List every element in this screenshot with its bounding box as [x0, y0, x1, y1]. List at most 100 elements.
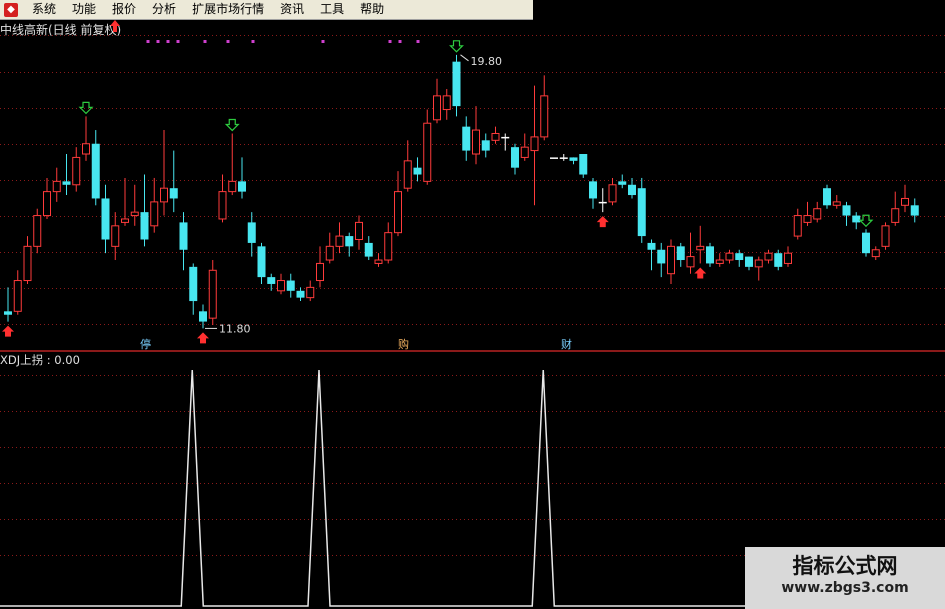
candle-body: [199, 311, 207, 322]
candle-body: [842, 205, 851, 216]
candle-body: [520, 146, 529, 158]
high-pointer: [460, 54, 469, 62]
candle-body: [179, 222, 188, 250]
red-up-arrow-icon: [694, 267, 707, 279]
green-down-arrow-icon: [449, 40, 464, 53]
candle-body: [540, 95, 549, 138]
signal-dot: [321, 40, 325, 43]
candle-body: [686, 256, 695, 268]
candle-body: [4, 311, 12, 315]
candle-body: [862, 232, 870, 254]
candle-body: [628, 184, 636, 196]
watermark-url: www.zbgs3.com: [781, 580, 909, 596]
candle-body: [72, 156, 81, 186]
candle-body: [325, 245, 334, 261]
red-up-arrow-icon: [110, 20, 120, 32]
menu-item-function[interactable]: 功能: [64, 0, 104, 19]
menu-item-analysis[interactable]: 分析: [144, 0, 184, 19]
candle-body: [823, 188, 831, 206]
menu-item-tools[interactable]: 工具: [312, 0, 352, 19]
candle-body: [647, 242, 656, 250]
menu-item-help[interactable]: 帮助: [352, 0, 392, 19]
candle-body: [901, 197, 909, 206]
oscillator-label: XDJ上拐 : 0.00: [0, 353, 80, 367]
candle-body: [316, 262, 324, 282]
candle-body: [62, 181, 71, 185]
bottom-marker: 财: [561, 337, 572, 351]
app-logo-icon[interactable]: ◆: [4, 2, 18, 17]
candle-body: [871, 249, 880, 258]
candle-body: [208, 269, 217, 319]
candle-body: [169, 188, 178, 199]
candle-body: [745, 256, 753, 267]
candle-body: [140, 212, 149, 240]
candle-body: [530, 136, 539, 152]
red-up-arrow-icon: [2, 325, 14, 337]
candle-body: [374, 259, 383, 264]
candle-body: [247, 222, 256, 243]
candle-body: [715, 259, 724, 264]
candle-body: [852, 215, 861, 223]
candle-body: [442, 95, 451, 111]
signal-dot: [156, 40, 160, 43]
candle-body: [832, 201, 841, 206]
candle-body: [813, 208, 822, 220]
candle-body: [637, 188, 646, 237]
candle-body: [218, 191, 227, 220]
candle-body: [82, 143, 90, 155]
candle-body: [696, 245, 705, 251]
candle-body: [43, 191, 51, 217]
candle-body: [335, 235, 344, 247]
candle-body: [257, 246, 266, 278]
red-up-arrow-icon: [596, 216, 609, 228]
candle-body: [501, 136, 510, 139]
low-price-label: 11.80: [219, 322, 251, 335]
candle-body: [91, 143, 100, 199]
menu-item-quote[interactable]: 报价: [104, 0, 144, 19]
green-down-arrow-icon: [78, 101, 94, 115]
candle-body: [589, 181, 597, 199]
chart-title: 中线高新(日线 前复权): [0, 23, 122, 37]
signal-dot: [416, 40, 420, 43]
candle-body: [764, 252, 773, 261]
candle-body: [345, 236, 354, 247]
red-up-arrow-icon: [197, 332, 209, 344]
candle-body: [433, 95, 441, 121]
candle-body: [462, 126, 471, 151]
candle-body: [296, 290, 305, 298]
menu-item-system[interactable]: 系统: [24, 0, 64, 19]
candle-body: [803, 215, 812, 223]
candle-body: [277, 280, 285, 292]
candle-body: [657, 249, 666, 264]
signal-dot: [176, 40, 180, 43]
signal-dot: [146, 40, 150, 43]
candle-body: [725, 252, 734, 261]
candle-body: [403, 160, 412, 189]
bottom-marker: 购: [398, 337, 409, 351]
green-down-arrow-icon: [858, 214, 874, 228]
candle-body: [413, 167, 422, 175]
candle-body: [423, 122, 432, 182]
candle-body: [394, 191, 402, 234]
candle-body: [23, 245, 32, 282]
high-price-label: 19.80: [471, 55, 503, 68]
candle-body: [491, 132, 500, 141]
candle-body: [355, 221, 363, 240]
candle-body: [101, 198, 110, 240]
candle-body: [189, 266, 198, 302]
candle-body: [618, 181, 627, 185]
candle-body: [286, 280, 295, 291]
signal-dot: [251, 40, 255, 43]
candle-body: [452, 61, 461, 107]
candle-body: [608, 184, 617, 203]
candlestick-chart[interactable]: 19.80 11.80 停 购 财: [0, 19, 945, 351]
menu-bar: ◆ 系统 功能 报价 分析 扩展市场行情 资讯 工具 帮助: [0, 0, 533, 20]
menu-item-extended-market[interactable]: 扩展市场行情: [184, 0, 272, 19]
candle-body: [238, 181, 246, 192]
candle-body: [784, 252, 792, 264]
candle-body: [228, 180, 237, 193]
candle-body: [735, 253, 744, 261]
candle-body: [569, 157, 578, 161]
candle-body: [481, 140, 490, 151]
menu-item-news[interactable]: 资讯: [272, 0, 312, 19]
